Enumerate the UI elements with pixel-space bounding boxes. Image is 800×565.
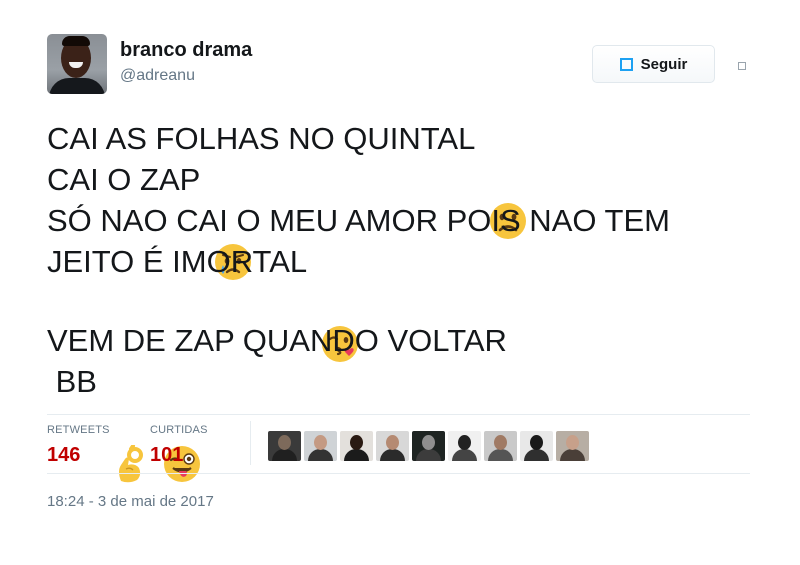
likes-count[interactable]: 101 [150, 444, 208, 467]
liker-avatar[interactable] [556, 431, 589, 461]
liker-avatars [268, 431, 589, 461]
liker-avatar[interactable] [484, 431, 517, 461]
tweet-line: SÓ NAO CAI O MEU AMOR POIS NAO TEM [47, 200, 767, 241]
tweet-line: CAI O ZAP [47, 159, 767, 280]
stats-separator [250, 421, 251, 465]
follow-button-label: Seguir [640, 55, 688, 73]
tweet-line-text: CAI O ZAP [47, 162, 201, 197]
divider [47, 473, 750, 474]
retweets-label: RETWEETS [47, 424, 110, 436]
frowning-face-icon [489, 120, 527, 239]
crying-face-icon [214, 161, 252, 280]
user-handle[interactable]: @adreanu [120, 67, 195, 85]
tweet-line: CAI AS FOLHAS NO QUINTAL [47, 118, 767, 239]
tweet-line: BB [47, 361, 767, 482]
tweet-header: branco drama @adreanu Seguir [47, 34, 767, 98]
tweet-line [47, 282, 767, 320]
tweet-line: VEM DE ZAP QUANDO VOLTAR [47, 320, 767, 361]
tweet-line-text: SÓ NAO CAI O MEU AMOR POIS NAO TEM [47, 203, 670, 238]
more-options-icon[interactable] [738, 62, 746, 70]
divider [47, 414, 750, 415]
likes-label: CURTIDAS [150, 424, 208, 436]
tweet-line-text: JEITO É IMORTAL [47, 244, 308, 279]
tweet-line-text: VEM DE ZAP QUANDO VOLTAR [47, 323, 507, 358]
tweet-line: JEITO É IMORTAL [47, 241, 767, 362]
tweet-line-text: CAI AS FOLHAS NO QUINTAL [47, 121, 476, 156]
follow-icon [619, 57, 633, 71]
liker-avatar[interactable] [268, 431, 301, 461]
retweets-stat[interactable]: RETWEETS 146 [47, 424, 110, 467]
tweet-text: CAI AS FOLHAS NO QUINTAL CAI O ZAP SÓ NA… [47, 118, 767, 482]
liker-avatar[interactable] [520, 431, 553, 461]
liker-avatar[interactable] [412, 431, 445, 461]
ok-hand-icon [111, 363, 149, 482]
user-avatar[interactable] [47, 34, 107, 94]
liker-avatar[interactable] [448, 431, 481, 461]
face-blowing-kiss-icon [321, 243, 359, 362]
liker-avatar[interactable] [376, 431, 409, 461]
tweet-line-text: BB [47, 364, 97, 399]
tweet-timestamp[interactable]: 18:24 - 3 de mai de 2017 [47, 493, 214, 510]
likes-stat[interactable]: CURTIDAS 101 [150, 424, 208, 467]
winking-face-tongue-icon [163, 363, 201, 482]
follow-button[interactable]: Seguir [592, 45, 715, 83]
user-name[interactable]: branco drama [120, 39, 252, 62]
retweets-count[interactable]: 146 [47, 444, 110, 467]
liker-avatar[interactable] [304, 431, 337, 461]
liker-avatar[interactable] [340, 431, 373, 461]
